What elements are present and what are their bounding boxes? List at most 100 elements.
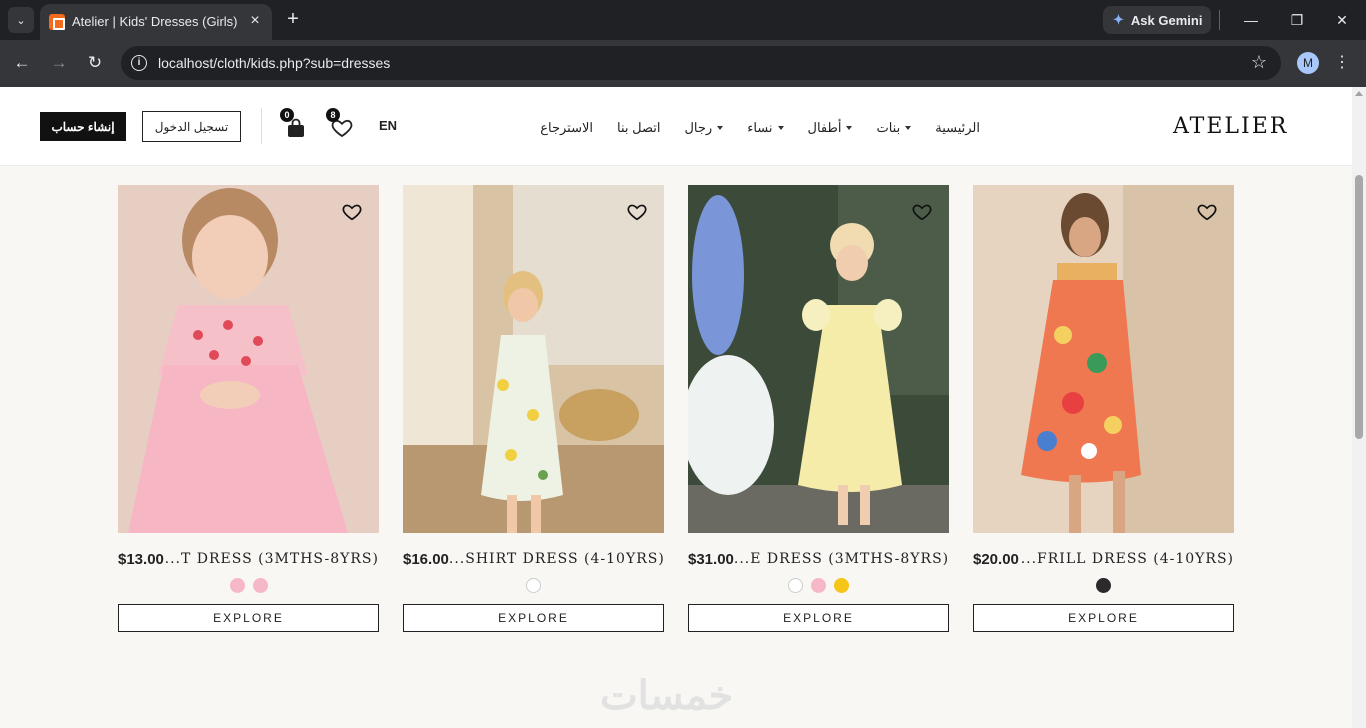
cart-button[interactable]: 0 [280, 108, 308, 140]
minimize-icon[interactable]: — [1239, 8, 1263, 32]
browser-menu-icon[interactable]: ⋮ [1334, 52, 1350, 72]
product-price: $16.00 [403, 550, 449, 568]
scroll-up-arrow-icon[interactable] [1355, 91, 1363, 96]
heart-outline-icon[interactable] [911, 201, 933, 223]
nav-item-home[interactable]: الرئيسية [935, 120, 980, 136]
favicon-icon [49, 14, 65, 30]
explore-button[interactable]: EXPLORE [973, 604, 1234, 632]
product-title-row: $13.00 T DRESS (3MTHS-8YRS)... [118, 549, 379, 569]
product-price: $31.00 [688, 550, 734, 568]
wishlist-count-badge: 8 [326, 108, 340, 122]
browser-tab[interactable]: Atelier | Kids' Dresses (Girls) × [40, 4, 272, 40]
main-nav: الرئيسية بنات أطفال نساء رجال اتصل بنا ا… [540, 118, 980, 138]
product-card[interactable]: $16.00 SHIRT DRESS (4-10YRS)... EXPLORE [403, 185, 664, 632]
product-image[interactable] [403, 185, 664, 533]
color-swatch[interactable] [1096, 578, 1111, 593]
caret-down-icon [717, 126, 724, 130]
color-swatch[interactable] [252, 578, 268, 593]
product-image[interactable] [973, 185, 1234, 533]
heart-outline-icon[interactable] [626, 201, 648, 223]
language-switch[interactable]: EN [379, 118, 397, 133]
nav-label: نساء [747, 120, 773, 135]
caret-down-icon [846, 126, 853, 130]
tab-search-chevron-icon[interactable]: ⌄ [8, 7, 34, 33]
gemini-sparkle-icon: ✦ [1113, 12, 1124, 27]
site-logo[interactable]: ATELIER [1173, 114, 1288, 139]
site-info-icon[interactable]: i [131, 55, 147, 71]
color-swatch[interactable] [526, 578, 541, 593]
product-name[interactable]: SHIRT DRESS (4-10YRS)... [449, 551, 665, 567]
page-viewport: ATELIER الرئيسية بنات أطفال نساء رجال ات… [0, 87, 1366, 728]
product-name[interactable]: T DRESS (3MTHS-8YRS)... [165, 551, 379, 567]
color-swatches [973, 578, 1234, 594]
product-photo [688, 185, 949, 533]
nav-item-contact[interactable]: اتصل بنا [617, 120, 660, 136]
heart-outline-icon[interactable] [341, 201, 363, 223]
url-text[interactable]: localhost/cloth/kids.php?sub=dresses [158, 55, 390, 71]
reload-icon[interactable]: ↻ [83, 51, 107, 75]
nav-label: أطفال [807, 120, 842, 135]
nav-item-women[interactable]: نساء [747, 120, 784, 136]
restore-icon[interactable]: ❐ [1285, 8, 1309, 32]
site-header: ATELIER الرئيسية بنات أطفال نساء رجال ات… [0, 87, 1352, 166]
address-bar[interactable]: i localhost/cloth/kids.php?sub=dresses ☆ [121, 46, 1281, 80]
color-swatch[interactable] [834, 578, 849, 593]
browser-tab-bar: ⌄ Atelier | Kids' Dresses (Girls) × + ✦ … [0, 0, 1366, 40]
explore-button[interactable]: EXPLORE [118, 604, 379, 632]
product-image[interactable] [688, 185, 949, 533]
new-tab-plus-icon[interactable]: + [282, 8, 304, 30]
signup-button[interactable]: إنشاء حساب [40, 112, 126, 141]
product-photo [118, 185, 379, 533]
product-card[interactable]: $20.00 FRILL DRESS (4-10YRS)... EXPLORE [973, 185, 1234, 632]
color-swatch[interactable] [811, 578, 826, 593]
toolbar-divider [1219, 10, 1220, 30]
page-scrollbar[interactable] [1352, 87, 1366, 728]
product-title-row: $20.00 FRILL DRESS (4-10YRS)... [973, 549, 1234, 569]
forward-arrow-icon[interactable]: → [47, 51, 71, 75]
scrollbar-thumb[interactable] [1355, 175, 1363, 439]
caret-down-icon [777, 126, 784, 130]
cart-count-badge: 0 [280, 108, 294, 122]
nav-item-kids[interactable]: أطفال [808, 120, 853, 136]
color-swatches [688, 578, 949, 594]
nav-label: بنات [876, 120, 901, 135]
nav-item-returns[interactable]: الاسترجاع [540, 120, 593, 136]
nav-label: الاسترجاع [540, 120, 594, 135]
header-divider [261, 108, 262, 144]
product-price: $20.00 [973, 550, 1019, 568]
product-photo [403, 185, 664, 533]
wishlist-button[interactable]: 8 [326, 108, 354, 140]
color-swatch[interactable] [788, 578, 803, 593]
tab-title: Atelier | Kids' Dresses (Girls) [72, 14, 238, 29]
window-close-icon[interactable]: ✕ [1330, 8, 1354, 32]
ask-gemini-button[interactable]: ✦ Ask Gemini [1103, 6, 1211, 34]
back-arrow-icon[interactable]: ← [10, 51, 34, 75]
tab-close-icon[interactable]: × [246, 12, 264, 30]
color-swatch[interactable] [229, 578, 245, 593]
explore-button[interactable]: EXPLORE [403, 604, 664, 632]
product-price: $13.00 [118, 550, 164, 568]
bookmark-star-icon[interactable]: ☆ [1251, 52, 1267, 73]
product-card[interactable]: $31.00 E DRESS (3MTHS-8YRS)... EXPLORE [688, 185, 949, 632]
product-name[interactable]: FRILL DRESS (4-10YRS)... [1021, 551, 1234, 567]
product-card[interactable]: $13.00 T DRESS (3MTHS-8YRS)... EXPLORE [118, 185, 379, 632]
nav-label: اتصل بنا [617, 120, 661, 135]
explore-button[interactable]: EXPLORE [688, 604, 949, 632]
nav-item-men[interactable]: رجال [684, 120, 724, 136]
color-swatches [118, 578, 379, 594]
product-name[interactable]: E DRESS (3MTHS-8YRS)... [734, 551, 949, 567]
ask-gemini-label: Ask Gemini [1130, 12, 1203, 28]
product-title-row: $16.00 SHIRT DRESS (4-10YRS)... [403, 549, 664, 569]
product-title-row: $31.00 E DRESS (3MTHS-8YRS)... [688, 549, 949, 569]
watermark-logo: خمسات [600, 674, 734, 718]
caret-down-icon [905, 126, 912, 130]
product-photo [973, 185, 1234, 533]
nav-label: رجال [684, 120, 713, 135]
browser-toolbar: ← → ↻ i localhost/cloth/kids.php?sub=dre… [0, 40, 1366, 87]
login-button[interactable]: تسجيل الدخول [142, 111, 241, 142]
heart-outline-icon[interactable] [1196, 201, 1218, 223]
color-swatches [403, 578, 664, 594]
profile-avatar[interactable]: M [1297, 52, 1319, 74]
nav-item-girls[interactable]: بنات [876, 120, 912, 136]
product-image[interactable] [118, 185, 379, 533]
